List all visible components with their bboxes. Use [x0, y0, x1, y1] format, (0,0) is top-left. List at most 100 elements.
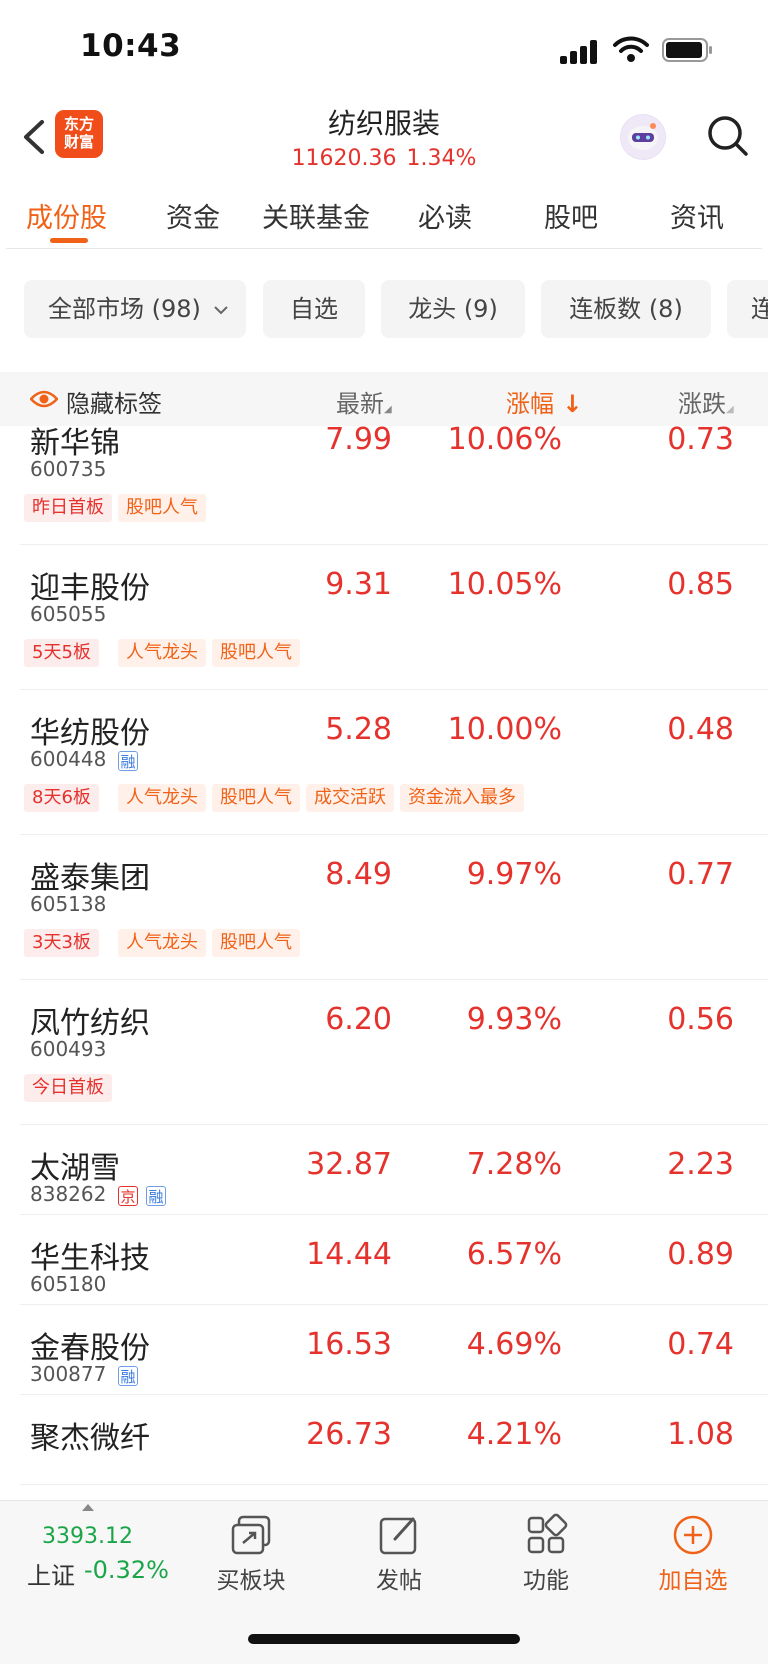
divider: [6, 248, 762, 249]
stock-tag: 昨日首板: [24, 494, 112, 522]
sse-index-value[interactable]: 3393.12: [42, 1524, 133, 1549]
filter-more[interactable]: 连: [727, 280, 768, 338]
filter-consecutive-boards[interactable]: 连板数 (8): [541, 280, 711, 338]
active-tab-indicator: [50, 238, 88, 243]
tab-forum[interactable]: 股吧: [544, 196, 598, 235]
stock-tag: 股吧人气: [212, 639, 300, 667]
stock-change: 0.77: [667, 857, 734, 892]
post-button[interactable]: 发帖: [344, 1505, 454, 1595]
stock-row[interactable]: 华纺股份 600448 5.28 10.00% 0.48 融 8天6板 人气龙头 股吧人气 成交活…: [0, 690, 768, 835]
col-change[interactable]: 涨跌◢: [678, 384, 734, 419]
row-divider: [20, 1484, 768, 1485]
stock-change-pct: 9.97%: [466, 857, 562, 892]
stock-latest-price: 26.73: [306, 1417, 392, 1452]
stock-row[interactable]: 盛泰集团 605138 8.49 9.97% 0.77 3天3板 人气龙头 股吧人气: [0, 835, 768, 980]
stock-change-pct: 4.21%: [466, 1417, 562, 1452]
stock-code: 600735: [30, 457, 107, 481]
expand-caret-icon[interactable]: [82, 1504, 94, 1511]
stock-latest-price: 14.44: [306, 1237, 392, 1272]
stock-code: 300877: [30, 1362, 107, 1386]
stock-change-pct: 9.93%: [466, 1002, 562, 1037]
stock-name: 金春股份: [30, 1331, 150, 1366]
grid-icon: [527, 1513, 568, 1554]
stock-name: 华纺股份: [30, 716, 150, 751]
stock-latest-price: 32.87: [306, 1147, 392, 1182]
stock-latest-price: 9.31: [325, 567, 392, 602]
stock-change: 0.85: [667, 567, 734, 602]
tab-bar: 成份股 资金 关联基金 必读 股吧 资讯: [0, 178, 768, 248]
stock-row[interactable]: 凤竹纺织 600493 6.20 9.93% 0.56 今日首板: [0, 980, 768, 1125]
stock-row[interactable]: 新华锦 600735 7.99 10.06% 0.73 昨日首板 股吧人气: [0, 426, 768, 545]
compose-icon: [379, 1517, 417, 1555]
sort-desc-icon: ↓: [554, 390, 583, 418]
stock-change: 0.48: [667, 712, 734, 747]
stock-code: 600493: [30, 1037, 107, 1061]
stock-code: 605180: [30, 1272, 107, 1296]
stock-change: 0.89: [667, 1237, 734, 1272]
functions-button[interactable]: 功能: [491, 1505, 601, 1595]
stock-change-pct: 6.57%: [466, 1237, 562, 1272]
sort-corner-icon: ◢: [384, 404, 392, 415]
stock-name: 凤竹纺织: [30, 1006, 150, 1041]
chevron-down-icon: [213, 306, 228, 315]
tab-must-read[interactable]: 必读: [418, 196, 472, 235]
filter-all-markets[interactable]: 全部市场 (98): [24, 280, 246, 338]
stock-name: 太湖雪: [30, 1151, 120, 1186]
stock-code: 605055: [30, 602, 107, 626]
stock-row[interactable]: 华生科技 605180 14.44 6.57% 0.89: [0, 1215, 768, 1305]
eye-icon[interactable]: [30, 389, 58, 409]
stock-row[interactable]: 聚杰微纤 26.73 4.21% 1.08: [0, 1395, 768, 1485]
stock-tag: 8天6板: [24, 784, 99, 812]
stock-code: 838262: [30, 1182, 107, 1206]
add-to-watchlist-button[interactable]: 加自选: [638, 1505, 748, 1595]
stock-change-pct: 7.28%: [466, 1147, 562, 1182]
filter-watchlist[interactable]: 自选: [263, 280, 365, 338]
tab-constituents[interactable]: 成份股: [26, 196, 107, 235]
stock-row[interactable]: 太湖雪 838262 32.87 7.28% 2.23 京融: [0, 1125, 768, 1215]
sse-index-name: 上证: [27, 1562, 75, 1590]
plus-circle-icon: [673, 1515, 713, 1555]
status-time: 10:43: [80, 28, 182, 64]
search-icon[interactable]: [704, 112, 752, 160]
stock-latest-price: 8.49: [325, 857, 392, 892]
stock-code: 600448: [30, 747, 107, 771]
col-change-pct[interactable]: 涨幅 ↓: [506, 384, 582, 419]
hide-tags-toggle[interactable]: 隐藏标签: [66, 384, 162, 419]
stock-tag: 人气龙头: [118, 784, 206, 812]
stock-tag: 股吧人气: [212, 784, 300, 812]
exchange-badge: 京: [118, 1186, 138, 1206]
stock-row[interactable]: 金春股份 300877 16.53 4.69% 0.74 融: [0, 1305, 768, 1395]
stock-row[interactable]: 迎丰股份 605055 9.31 10.05% 0.85 5天5板 人气龙头 股吧人气: [0, 545, 768, 690]
stock-tag: 股吧人气: [118, 494, 206, 522]
stock-change: 0.56: [667, 1002, 734, 1037]
stock-tag: 今日首板: [24, 1074, 112, 1102]
sse-index-pct: -0.32%: [84, 1556, 169, 1584]
sector-index-change: 1.34%: [406, 146, 477, 171]
stock-tag: 3天3板: [24, 929, 99, 957]
stock-latest-price: 5.28: [325, 712, 392, 747]
stock-tag: 成交活跃: [306, 784, 394, 812]
tab-news[interactable]: 资讯: [670, 196, 724, 235]
tab-related-funds[interactable]: 关联基金: [262, 196, 370, 235]
stock-change: 0.74: [667, 1327, 734, 1362]
stock-change: 2.23: [667, 1147, 734, 1182]
stock-tag: 5天5板: [24, 639, 99, 667]
assistant-robot-icon[interactable]: [620, 114, 666, 160]
cellular-signal-icon: [560, 38, 600, 64]
buy-sector-button[interactable]: 买板块: [196, 1505, 306, 1595]
stock-list: 新华锦 600735 7.99 10.06% 0.73 昨日首板 股吧人气 迎丰股份 60505…: [0, 426, 768, 1500]
margin-badge: 融: [118, 751, 138, 771]
battery-icon: [662, 38, 712, 62]
stock-change-pct: 10.06%: [447, 426, 562, 457]
stock-change-pct: 10.05%: [447, 567, 562, 602]
tab-capital[interactable]: 资金: [166, 196, 220, 235]
wifi-icon: [613, 36, 649, 62]
col-latest[interactable]: 最新◢: [336, 384, 392, 419]
stock-latest-price: 7.99: [325, 426, 392, 457]
filter-leaders[interactable]: 龙头 (9): [381, 280, 525, 338]
stock-tag: 人气龙头: [118, 929, 206, 957]
sector-index-value: 11620.36: [291, 146, 397, 171]
stock-name: 聚杰微纤: [30, 1421, 150, 1456]
stock-tag: 股吧人气: [212, 929, 300, 957]
sort-corner-icon: ◢: [726, 404, 734, 415]
